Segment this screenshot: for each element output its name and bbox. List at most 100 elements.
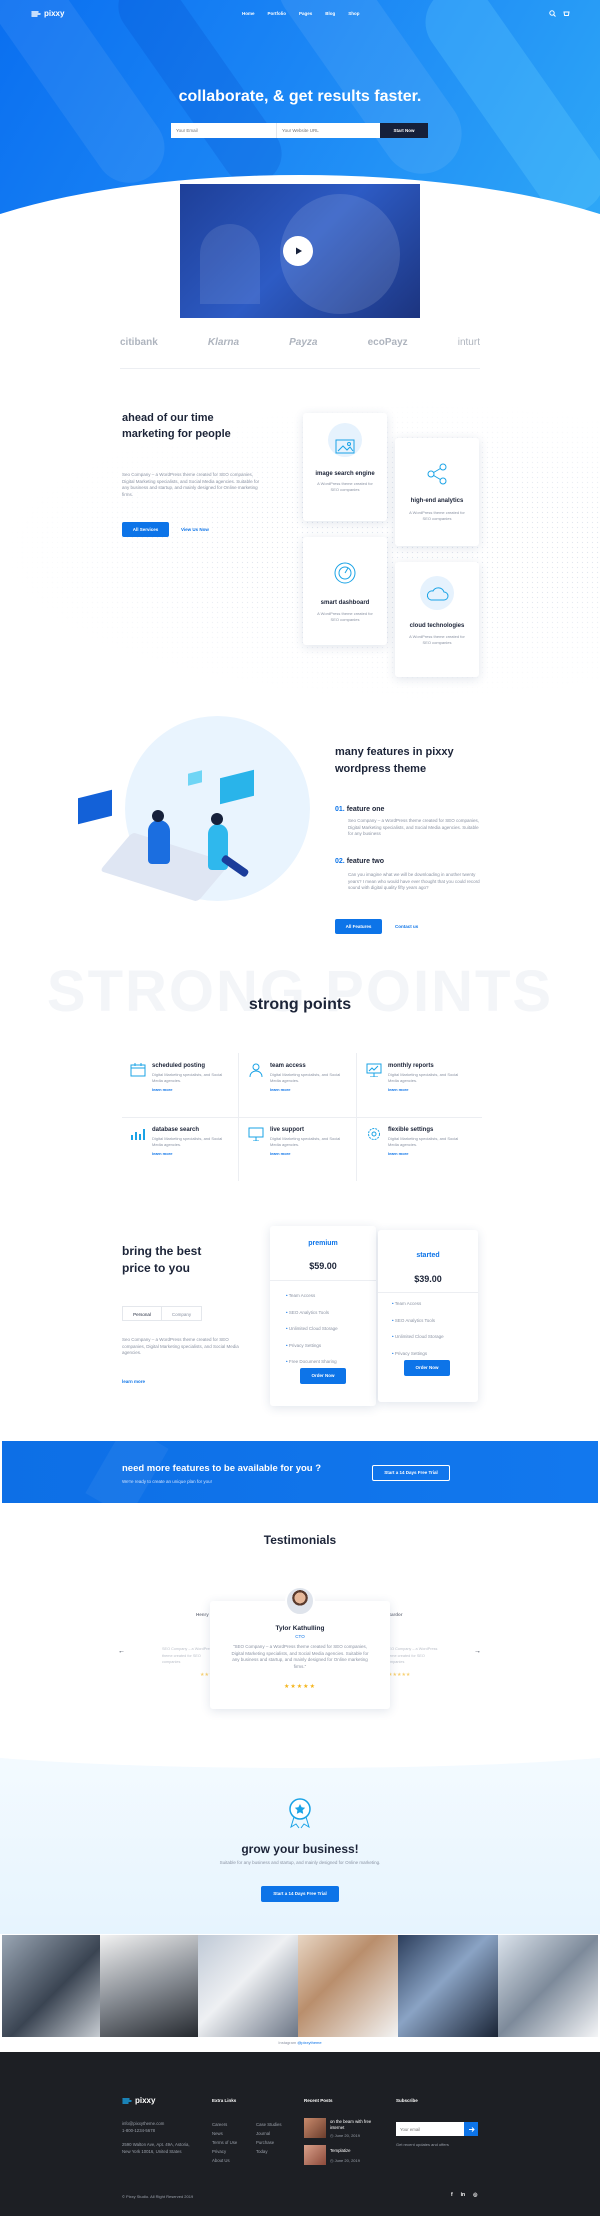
grow-desc: Suitable for any business and startup, a…: [219, 1860, 381, 1865]
hero-title: collaborate, & get results faster.: [178, 88, 422, 105]
start-now-button[interactable]: Start Now: [380, 123, 428, 138]
footer-link[interactable]: About Us: [212, 2156, 237, 2165]
next-arrow-icon[interactable]: →: [474, 1648, 481, 1655]
instagram-handle[interactable]: @pixxytheme: [297, 2040, 321, 2045]
plan-feature-text: SEO Analytics Tools: [288, 1309, 330, 1315]
learn-more-link[interactable]: learn more: [388, 1151, 408, 1156]
subscribe-email-input[interactable]: [396, 2122, 464, 2136]
footer-address: 2590 Walton Ave, Apt. 49A, Astoria,: [122, 2142, 190, 2147]
order-now-button[interactable]: Order Now: [300, 1368, 346, 1384]
footer-email[interactable]: info@pixxytheme.com: [122, 2120, 190, 2127]
footer-link[interactable]: News: [212, 2129, 237, 2138]
instagram-photo[interactable]: [198, 1935, 298, 2037]
about-title-line: marketing for people: [122, 428, 231, 440]
nav-pages[interactable]: Pages: [299, 11, 312, 16]
video-figure: [200, 224, 260, 304]
client-logo: Payza: [289, 337, 318, 348]
nav-shop[interactable]: Shop: [348, 11, 359, 16]
instagram-caption: Instagram @pixxytheme: [0, 2040, 600, 2045]
feature-title: feature one: [346, 806, 385, 813]
service-title: high-end analytics: [410, 498, 464, 504]
strong-point-title: scheduled posting: [152, 1063, 206, 1069]
footer-link[interactable]: Purchase: [256, 2138, 282, 2147]
contact-us-link[interactable]: Contact us: [395, 924, 418, 929]
testimonials-title: Testimonials: [263, 1533, 337, 1547]
play-button[interactable]: [283, 236, 313, 266]
page: pixxy Home Portfolio Pages Blog Shop col…: [0, 0, 600, 2216]
links-title: Extra Links: [212, 2098, 237, 2103]
grow-trial-button[interactable]: Start a 14 Days Free Trial: [261, 1886, 339, 1902]
all-services-button[interactable]: All Services: [122, 522, 169, 537]
view-us-now-link[interactable]: View Us Now: [181, 527, 209, 532]
image-search-icon: [335, 439, 355, 454]
instagram-photo[interactable]: [298, 1935, 398, 2037]
post-title[interactable]: Templatize: [330, 2148, 351, 2153]
footer-link[interactable]: Careers: [212, 2120, 237, 2129]
email-input[interactable]: [171, 123, 277, 138]
footer-link[interactable]: Journal: [256, 2129, 282, 2138]
header-logo[interactable]: pixxy: [31, 9, 64, 18]
plan-feature: • Unlimited Cloud Storage: [286, 1326, 338, 1331]
strong-points-grid: scheduled posting Digital Marketing spec…: [122, 1053, 482, 1181]
cloud-icon: [426, 587, 449, 601]
tab-company[interactable]: Company: [162, 1306, 202, 1321]
cart-icon[interactable]: [563, 10, 570, 17]
video-thumbnail[interactable]: [180, 184, 420, 318]
learn-more-link[interactable]: learn more: [270, 1087, 290, 1092]
nav-home[interactable]: Home: [242, 11, 255, 16]
nav-portfolio[interactable]: Portfolio: [268, 11, 287, 16]
post-date-text: June 20, 2019: [334, 2133, 360, 2138]
feature-desc: Seo Company – a WordPress theme created …: [348, 818, 479, 836]
prev-arrow-icon[interactable]: ←: [118, 1648, 125, 1655]
instagram-photo[interactable]: [2, 1935, 100, 2037]
logo-icon: [31, 10, 41, 17]
order-now-button[interactable]: Order Now: [404, 1360, 450, 1376]
service-card[interactable]: cloud technologies A WordPress theme cre…: [395, 562, 479, 677]
footer-address: New York 10016, United States: [122, 2149, 182, 2154]
linkedin-icon[interactable]: in: [461, 2192, 465, 2198]
nav-blog[interactable]: Blog: [325, 11, 335, 16]
service-card[interactable]: image search engine A WordPress theme cr…: [303, 413, 387, 521]
learn-more-link[interactable]: learn more: [270, 1151, 290, 1156]
footer-link[interactable]: Today: [256, 2147, 282, 2156]
website-input[interactable]: [277, 123, 380, 138]
plan-feature-text: Free Document Sharing: [288, 1359, 337, 1364]
about-desc: Seo Company – a WordPress theme created …: [122, 472, 260, 497]
features-title: many features in pixxy wordpress theme: [335, 744, 454, 778]
free-trial-button[interactable]: Start a 14 Days Free Trial: [372, 1465, 450, 1481]
instagram-photo[interactable]: [398, 1935, 498, 2037]
plan-name: premium: [308, 1240, 338, 1247]
subscribe-button[interactable]: [464, 2122, 478, 2136]
all-features-button[interactable]: All Features: [335, 919, 382, 934]
post-title[interactable]: on the beam with free internet: [330, 2119, 382, 2131]
strong-points-title: strong points: [248, 996, 352, 1013]
search-icon[interactable]: [549, 10, 556, 17]
post-thumbnail[interactable]: [304, 2145, 326, 2165]
instagram-photo[interactable]: [100, 1935, 198, 2037]
learn-more-link[interactable]: learn more: [388, 1087, 408, 1092]
learn-more-link[interactable]: learn more: [152, 1087, 172, 1092]
pricing-learn-more-link[interactable]: learn more: [122, 1379, 145, 1384]
service-card[interactable]: high-end analytics A WordPress theme cre…: [395, 438, 479, 546]
tab-personal[interactable]: Personal: [122, 1306, 162, 1321]
support-icon: [248, 1127, 264, 1141]
dashboard-icon: [334, 562, 356, 584]
footer-link[interactable]: Case Studies: [256, 2120, 282, 2129]
strong-point-desc: Digital Marketing specialists, and Socia…: [152, 1136, 223, 1147]
client-logos: citibank Klarna Payza ecoPayz inturt: [120, 337, 480, 348]
instagram-icon[interactable]: ◎: [473, 2192, 477, 2198]
footer-link[interactable]: Privacy: [212, 2147, 237, 2156]
service-card[interactable]: smart dashboard A WordPress theme create…: [303, 537, 387, 645]
instagram-photo[interactable]: [498, 1935, 598, 2037]
copyright: © Pixxy Studio. All Right Reserved 2019: [122, 2194, 194, 2199]
subscribe-form: [396, 2122, 478, 2136]
footer-phone: 1-800-1234-5678: [122, 2128, 155, 2133]
client-logo: citibank: [120, 337, 158, 348]
facebook-icon[interactable]: f: [451, 2192, 453, 2198]
divider: [122, 1117, 482, 1118]
footer-link[interactable]: Terms of Use: [212, 2138, 237, 2147]
footer-contact: info@pixxytheme.com 1-800-1234-5678 2590…: [122, 2120, 190, 2155]
learn-more-link[interactable]: learn more: [152, 1151, 172, 1156]
post-thumbnail[interactable]: [304, 2118, 326, 2138]
footer-logo[interactable]: pixxy: [122, 2096, 155, 2105]
